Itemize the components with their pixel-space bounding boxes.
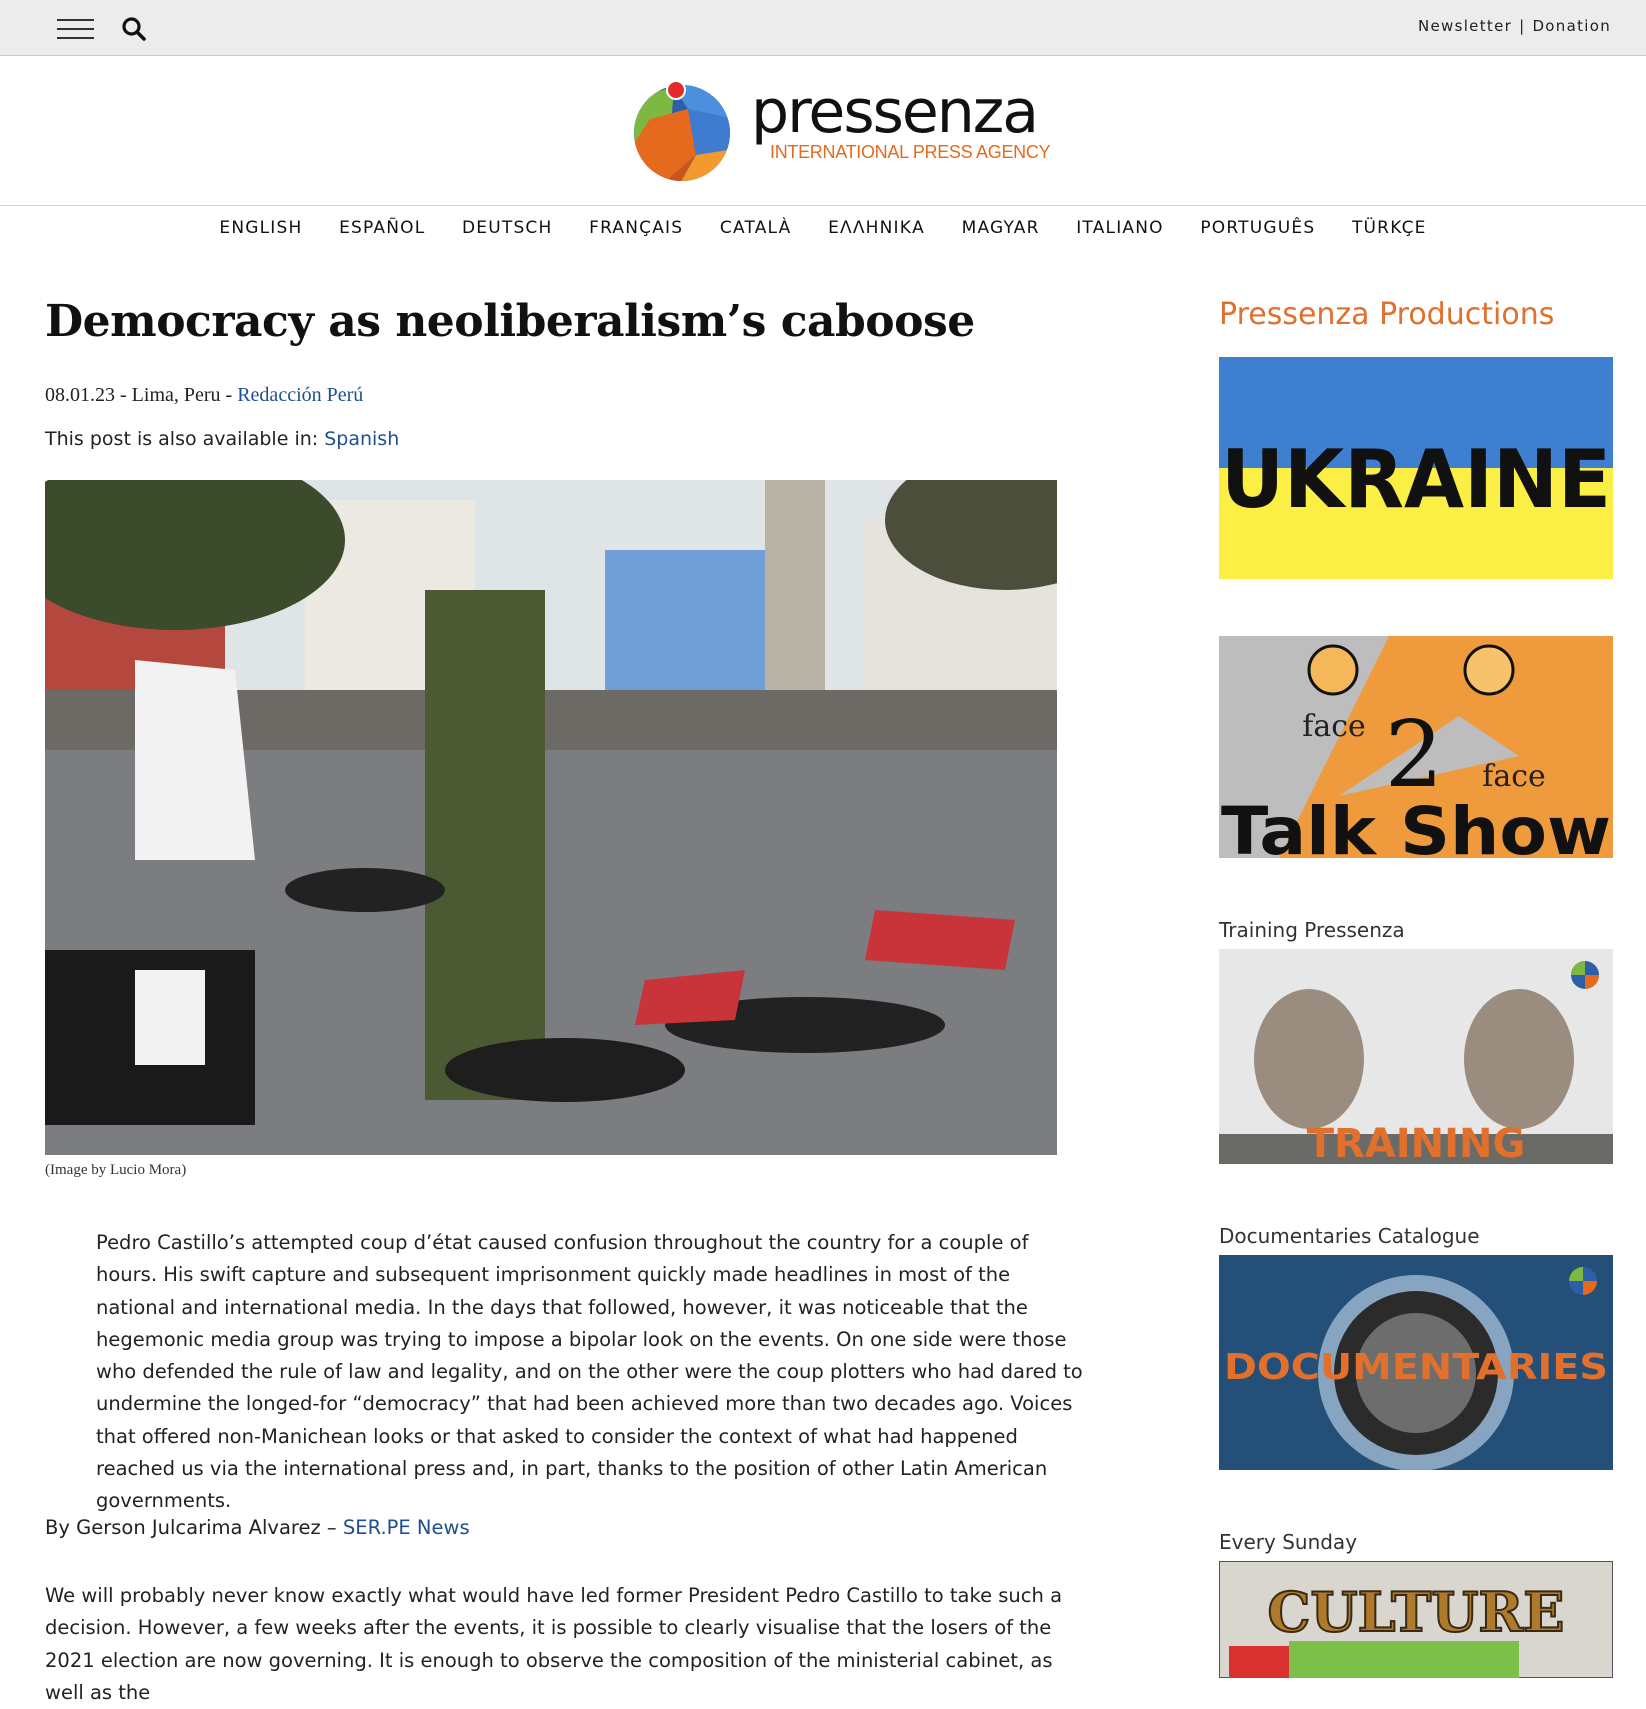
article-byline: By Gerson Julcarima Alvarez – SER.PE New… (45, 1516, 470, 1539)
culture-banner-text: CULTURE (1268, 1580, 1565, 1644)
face-right-text: face (1482, 759, 1546, 794)
logo-tagline: INTERNATIONAL PRESS AGENCY (770, 142, 1051, 162)
lang-catala[interactable]: CATALÀ (720, 218, 792, 238)
promo-training[interactable]: TRAINING (1219, 949, 1613, 1164)
lang-turkce[interactable]: TÜRKÇE (1352, 218, 1427, 238)
newsletter-link[interactable]: Newsletter (1418, 17, 1512, 35)
spanish-version-link[interactable]: Spanish (324, 428, 399, 450)
lang-espanol[interactable]: ESPAÑOL (339, 218, 425, 238)
lang-italiano[interactable]: ITALIANO (1076, 218, 1164, 238)
documentaries-label: Documentaries Catalogue (1219, 1224, 1480, 1248)
logo-wordmark[interactable]: pressenza (751, 82, 1039, 142)
promo-documentaries[interactable]: DOCUMENTARIES (1219, 1255, 1613, 1470)
availability-prefix: This post is also available in: (45, 428, 319, 450)
donation-link[interactable]: Donation (1532, 17, 1611, 35)
lang-english[interactable]: ENGLISH (219, 218, 302, 238)
translation-availability: This post is also available in: Spanish (45, 428, 399, 450)
menu-icon[interactable] (57, 18, 94, 40)
lang-greek[interactable]: ΕΛΛΗΝΙΚΑ (828, 218, 925, 238)
lang-deutsch[interactable]: DEUTSCH (462, 218, 553, 238)
number-two-text: 2 (1385, 701, 1444, 808)
author-team-link[interactable]: Redacción Perú (237, 384, 363, 406)
image-caption: (Image by Lucio Mora) (45, 1162, 187, 1178)
source-link[interactable]: SER.PE News (343, 1516, 470, 1539)
documentaries-banner-text: DOCUMENTARIES (1224, 1347, 1608, 1388)
language-nav: ENGLISH ESPAÑOL DEUTSCH FRANÇAIS CATALÀ … (0, 218, 1646, 238)
search-icon[interactable] (121, 16, 147, 42)
ukraine-banner-text: UKRAINE (1221, 433, 1611, 526)
pressenza-globe-logo[interactable] (630, 79, 734, 183)
training-label: Training Pressenza (1219, 918, 1405, 942)
talk-show-text: Talk Show (1221, 793, 1611, 858)
byline-prefix: By Gerson Julcarima Alvarez – (45, 1516, 337, 1539)
every-sunday-label: Every Sunday (1219, 1530, 1358, 1554)
promo-ukraine[interactable]: UKRAINE (1219, 357, 1613, 579)
sidebar-title: Pressenza Productions (1219, 297, 1555, 332)
article-date: 08.01.23 (45, 384, 115, 406)
article-title: Democracy as neoliberalism’s caboose (45, 296, 975, 347)
lang-francais[interactable]: FRANÇAIS (589, 218, 683, 238)
training-banner-text: TRAINING (1307, 1121, 1526, 1164)
article-meta: 08.01.23 - Lima, Peru - Redacción Perú (45, 384, 364, 406)
promo-culture[interactable]: CULTURE (1219, 1561, 1613, 1678)
lang-magyar[interactable]: MAGYAR (962, 218, 1040, 238)
article-hero-image (45, 480, 1057, 1155)
article-location: Lima, Peru (131, 384, 221, 406)
link-separator: | (1519, 17, 1526, 35)
face-left-text: face (1302, 709, 1366, 744)
site-header: pressenza INTERNATIONAL PRESS AGENCY (0, 56, 1646, 206)
lang-portugues[interactable]: PORTUGUÊS (1200, 218, 1315, 238)
article-lede: Pedro Castillo’s attempted coup d’état c… (96, 1231, 1083, 1513)
article-body: We will probably never know exactly what… (45, 1584, 1063, 1704)
promo-face2face[interactable]: face 2 face Talk Show (1219, 636, 1613, 858)
top-links: Newsletter | Donation (1418, 17, 1611, 35)
top-bar: Newsletter | Donation (0, 0, 1646, 56)
